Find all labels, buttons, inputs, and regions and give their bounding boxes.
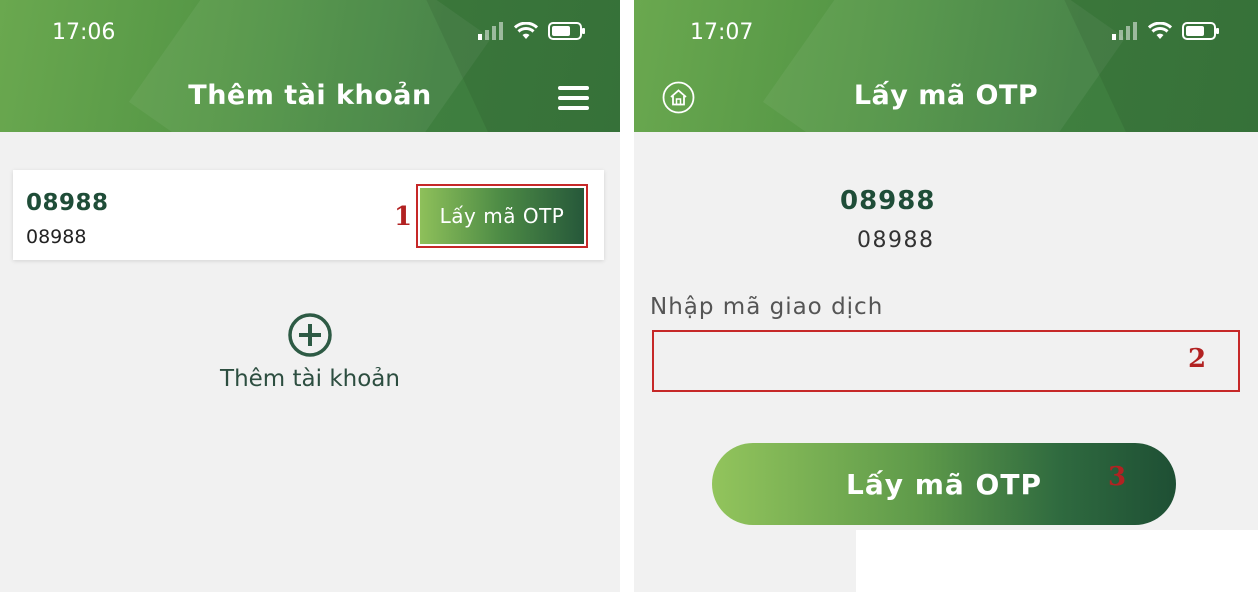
battery-icon [1182,22,1219,40]
wifi-icon [514,22,538,39]
annotation-marker-3: 3 [1108,462,1127,492]
transaction-code-input[interactable] [652,330,1240,392]
account-card: 08988 08988 1 Lấy mã OTP [13,170,604,260]
account-name: 08988 [840,186,936,216]
cellular-signal-icon [1112,22,1137,40]
battery-icon [548,22,585,40]
annotation-marker-1: 1 [394,202,413,232]
status-time: 17:07 [690,20,754,45]
hamburger-menu-icon[interactable] [558,86,589,110]
add-account-label: Thêm tài khoản [220,366,400,392]
add-account-button[interactable]: Thêm tài khoản [0,312,620,392]
plus-circle-icon [288,313,332,357]
header: 17:06 Thêm tài khoản [0,0,620,132]
wifi-icon [1148,22,1172,39]
header: 17:07 Lấy mã OTP [634,0,1258,132]
annotation-marker-2: 2 [1188,344,1207,374]
get-otp-button[interactable]: Lấy mã OTP [420,188,584,244]
otp-button-highlight: Lấy mã OTP [416,184,588,248]
page-title: Lấy mã OTP [853,80,1039,111]
page-title: Thêm tài khoản [188,80,432,111]
status-icons [478,22,586,40]
transaction-code-label: Nhập mã giao dịch [650,294,884,320]
cellular-signal-icon [478,22,503,40]
white-area [856,530,1258,592]
left-screen: 17:06 Thêm tài khoản 08988 08988 1 Lấy m… [0,0,620,592]
status-icons [1112,22,1220,40]
account-number: 08988 [857,228,935,253]
account-name: 08988 [26,190,109,216]
status-time: 17:06 [52,20,116,45]
get-otp-button[interactable]: Lấy mã OTP [712,443,1176,525]
account-number: 08988 [26,226,87,248]
right-screen: 17:07 Lấy mã OTP 08988 08988 Nhập mã gia… [634,0,1258,592]
